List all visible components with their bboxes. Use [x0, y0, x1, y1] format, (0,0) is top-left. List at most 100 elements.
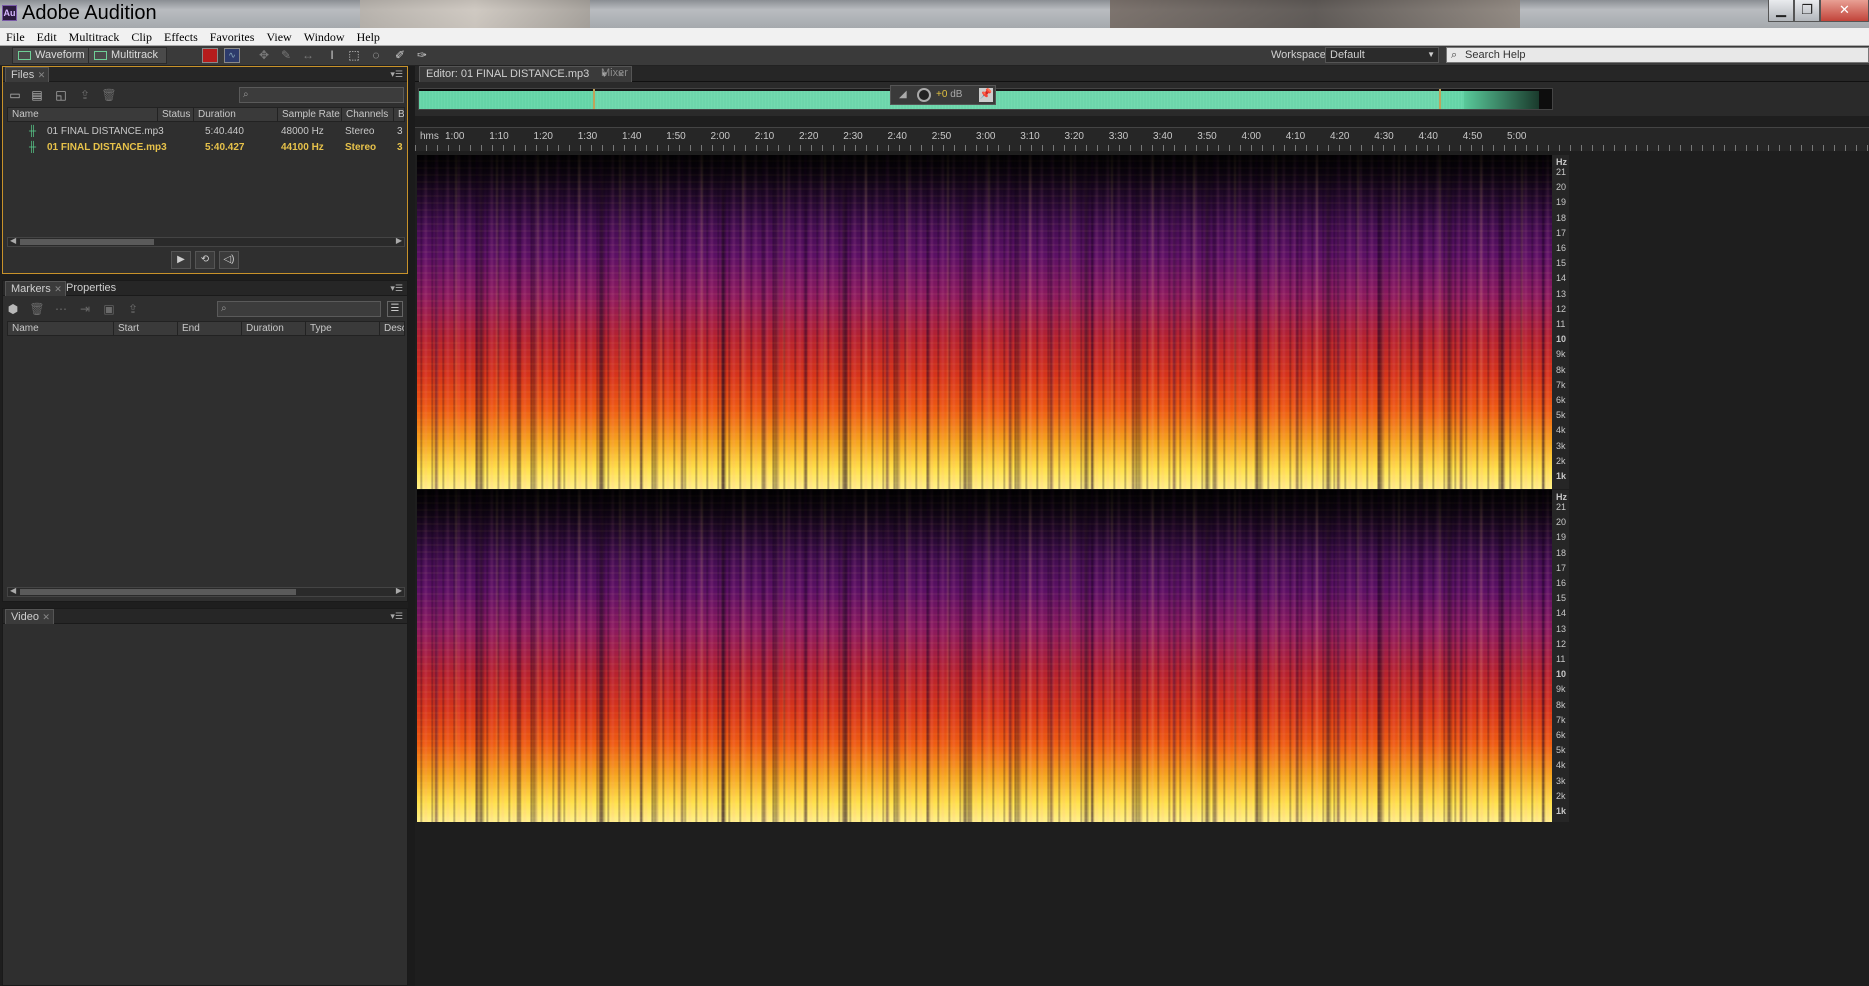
- tab-files[interactable]: Files ✕: [5, 67, 50, 83]
- scroll-left-icon[interactable]: ◀: [10, 586, 16, 595]
- tab-editor-label: Editor: 01 FINAL DISTANCE.mp3: [426, 68, 590, 80]
- tab-video[interactable]: Video ✕: [5, 609, 54, 624]
- play-button[interactable]: ▶: [171, 251, 191, 269]
- search-help-input[interactable]: ⌕ Search Help: [1446, 47, 1869, 63]
- batch-process-icon[interactable]: ⇪: [125, 302, 141, 316]
- ruler-tick-label: 3:00: [976, 131, 996, 142]
- column-duration[interactable]: Duration: [242, 322, 306, 335]
- menu-effects[interactable]: Effects: [158, 28, 204, 46]
- waveform-button[interactable]: Waveform: [12, 47, 94, 64]
- delete-icon[interactable]: 🗑: [101, 88, 117, 102]
- merge-markers-icon[interactable]: ⋯: [53, 302, 69, 316]
- frequency-tick-label: 18: [1556, 547, 1567, 558]
- column-status[interactable]: Status: [158, 108, 194, 121]
- spectral-display-left-channel[interactable]: [417, 155, 1552, 489]
- insert-marker-to-playlist-icon[interactable]: ⇥: [77, 302, 93, 316]
- file-row[interactable]: ╫ 01 FINAL DISTANCE.mp3 5:40.440 48000 H…: [7, 124, 405, 140]
- export-markers-icon[interactable]: ▣: [101, 302, 117, 316]
- frequency-tick-label: 8k: [1556, 699, 1566, 710]
- column-name[interactable]: Name: [8, 322, 114, 335]
- delete-marker-icon[interactable]: 🗑: [29, 302, 45, 316]
- open-file-icon[interactable]: ▭: [7, 88, 23, 102]
- column-type[interactable]: Type: [306, 322, 380, 335]
- audio-file-icon: ╫: [29, 126, 37, 137]
- column-name[interactable]: Name: [8, 108, 158, 121]
- spectrum-top-fade: [417, 155, 1552, 489]
- tab-mixer[interactable]: Mixer: [595, 66, 634, 82]
- frequency-axis-left-channel: Hz 21 20 19 18 17 16 15 14 13 12 11 10 9k 8k 7k 6k 5k 4k 3k…: [1552, 155, 1569, 489]
- loop-button[interactable]: ⟲: [195, 251, 215, 269]
- scroll-right-icon[interactable]: ▶: [396, 236, 402, 245]
- close-button[interactable]: ✕: [1820, 0, 1869, 22]
- workspace-select[interactable]: Default ▼: [1325, 47, 1439, 63]
- menu-clip[interactable]: Clip: [125, 28, 158, 46]
- frequency-tick-label: 10: [1556, 334, 1567, 345]
- ruler-tick-label: 5:00: [1507, 131, 1527, 142]
- frequency-tick-label: 6k: [1556, 730, 1566, 740]
- panel-divider[interactable]: [408, 66, 415, 986]
- column-sample-rate[interactable]: Sample Rate: [278, 108, 342, 121]
- marquee-selection-tool-icon[interactable]: ⬚: [346, 48, 362, 63]
- column-description[interactable]: Descr: [380, 322, 404, 335]
- background-window-blur: [1110, 0, 1520, 28]
- maximize-button[interactable]: ❐: [1794, 0, 1820, 22]
- menu-file[interactable]: File: [0, 28, 31, 46]
- pin-icon[interactable]: 📌: [979, 88, 993, 102]
- auto-play-button[interactable]: ◁): [219, 251, 239, 269]
- scroll-right-icon[interactable]: ▶: [396, 586, 402, 595]
- panel-menu-icon[interactable]: ▾☰: [390, 67, 403, 82]
- import-file-icon[interactable]: ▤: [29, 88, 45, 102]
- marker-options-icon[interactable]: ☰: [387, 301, 403, 317]
- close-icon[interactable]: ✕: [42, 610, 50, 625]
- time-selection-tool-icon[interactable]: I: [324, 48, 340, 63]
- time-ruler[interactable]: hms 1:00 1:10 1:20 1:30 1:40 1:50 2:00 2:10 2:20…: [415, 127, 1869, 151]
- minimize-button[interactable]: ▁: [1768, 0, 1794, 22]
- file-row-selected[interactable]: ╫ 01 FINAL DISTANCE.mp3 5:40.427 44100 H…: [7, 140, 405, 156]
- files-search-input[interactable]: ⌕: [239, 87, 404, 103]
- file-duration: 5:40.440: [205, 126, 244, 137]
- frequency-tick-label: 13: [1556, 623, 1567, 634]
- menu-multitrack[interactable]: Multitrack: [63, 28, 126, 46]
- column-duration[interactable]: Duration: [194, 108, 278, 121]
- column-bits[interactable]: Bi: [394, 108, 404, 121]
- spectral-display-right-channel[interactable]: [417, 490, 1552, 822]
- column-channels[interactable]: Channels: [342, 108, 394, 121]
- menu-help[interactable]: Help: [351, 28, 386, 46]
- overview-bar[interactable]: [415, 82, 1869, 116]
- add-marker-icon[interactable]: ⬢: [5, 302, 21, 316]
- spectral-frequency-display-icon[interactable]: [202, 48, 218, 63]
- menu-view[interactable]: View: [260, 28, 297, 46]
- move-tool-icon[interactable]: ✥: [256, 48, 272, 63]
- menu-edit[interactable]: Edit: [31, 28, 63, 46]
- files-horizontal-scrollbar[interactable]: ◀ ▶: [7, 236, 405, 247]
- multitrack-button[interactable]: Multitrack: [88, 47, 168, 64]
- menu-favorites[interactable]: Favorites: [204, 28, 261, 46]
- insert-into-multitrack-icon[interactable]: ⇪: [77, 88, 93, 102]
- paintbrush-selection-tool-icon[interactable]: ✐: [392, 48, 408, 63]
- spectral-pitch-display-icon[interactable]: ∿: [224, 48, 240, 63]
- markers-horizontal-scrollbar[interactable]: ◀ ▶: [7, 586, 405, 597]
- tab-markers-label: Markers: [11, 283, 51, 295]
- toolbar: Waveform Multitrack ∿ ✥ ✎ ↔ I ⬚ ◌ ✐ ✑ Wo…: [0, 46, 1869, 66]
- search-icon: ⌕: [243, 89, 249, 100]
- scrollbar-thumb[interactable]: [20, 589, 296, 595]
- column-end[interactable]: End: [178, 322, 242, 335]
- volume-knob[interactable]: [917, 88, 931, 102]
- tab-markers[interactable]: Markers ✕: [5, 281, 66, 296]
- close-icon[interactable]: ✕: [38, 68, 46, 83]
- panel-menu-icon[interactable]: ▾☰: [390, 281, 403, 296]
- column-start[interactable]: Start: [114, 322, 178, 335]
- menu-window[interactable]: Window: [298, 28, 351, 46]
- ruler-tick-label: 2:00: [710, 131, 730, 142]
- spot-healing-brush-icon[interactable]: ✑: [414, 48, 430, 63]
- overview-visible-range[interactable]: [593, 89, 1441, 109]
- razor-tool-icon[interactable]: ✎: [278, 48, 294, 63]
- panel-menu-icon[interactable]: ▾☰: [390, 609, 403, 624]
- markers-search-input[interactable]: ⌕: [217, 301, 381, 317]
- scrollbar-thumb[interactable]: [20, 239, 154, 245]
- lasso-selection-tool-icon[interactable]: ◌: [368, 48, 384, 63]
- tab-properties[interactable]: Properties: [61, 281, 130, 296]
- slip-tool-icon[interactable]: ↔: [300, 48, 316, 63]
- new-file-icon[interactable]: ◱: [53, 88, 69, 102]
- scroll-left-icon[interactable]: ◀: [10, 236, 16, 245]
